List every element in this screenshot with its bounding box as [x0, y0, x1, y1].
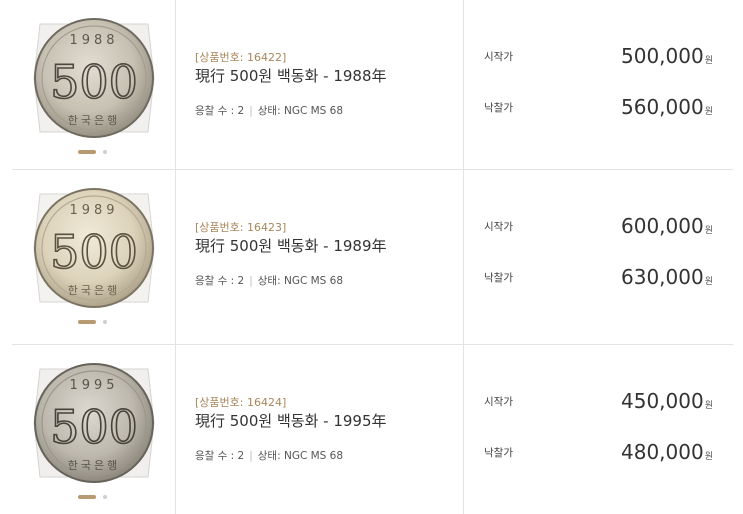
lot-info-cell: [상품번호: 16423] 現行 500원 백동화 - 1989年 응찰 수 :… [176, 170, 464, 344]
lot-meta: 응찰 수 : 2 | 상태: NGC MS 68 [195, 275, 344, 287]
currency-unit: 원 [704, 107, 713, 117]
final-price-label: 낙찰가 [484, 102, 513, 114]
start-price-value: 450,000 [621, 389, 704, 413]
final-price-label: 낙찰가 [484, 447, 513, 459]
pager-dot-active[interactable] [78, 150, 96, 154]
lot-price-cell: 시작가 500,000원 낙찰가 560,000원 [464, 0, 733, 169]
auction-lot-row[interactable]: 1995 500 한국은행 [상품번호: 16424] 現行 500원 백동화 … [12, 345, 733, 514]
lot-meta: 응찰 수 : 2 | 상태: NGC MS 68 [195, 105, 344, 117]
coin-year-text: 1995 [69, 378, 118, 393]
start-price: 500,000원 [621, 44, 713, 68]
lot-condition: 상태: NGC MS 68 [257, 105, 344, 117]
coin-issuer-text: 한국은행 [68, 459, 120, 472]
currency-unit: 원 [704, 226, 713, 236]
bid-count: 응찰 수 : 2 [195, 275, 245, 287]
bid-count: 응찰 수 : 2 [195, 450, 245, 462]
coin-denomination-text: 500 [50, 225, 138, 279]
lot-number: [상품번호: 16422] [195, 51, 287, 64]
lot-meta: 응찰 수 : 2 | 상태: NGC MS 68 [195, 450, 344, 462]
final-price: 560,000원 [621, 95, 713, 119]
auction-lot-row[interactable]: 1989 500 한국은행 [상품번호: 16423] 現行 500원 백동화 … [12, 170, 733, 345]
pager-dot-active[interactable] [78, 495, 96, 499]
start-price-value: 600,000 [621, 214, 704, 238]
lot-title[interactable]: 現行 500원 백동화 - 1995年 [195, 410, 387, 431]
start-price-label: 시작가 [484, 221, 513, 233]
start-price: 600,000원 [621, 214, 713, 238]
coin-denomination-text: 500 [50, 400, 138, 454]
coin-image[interactable]: 1989 500 한국은행 [30, 184, 158, 312]
lot-info-cell: [상품번호: 16422] 現行 500원 백동화 - 1988年 응찰 수 :… [176, 0, 464, 169]
lot-price-cell: 시작가 600,000원 낙찰가 630,000원 [464, 170, 733, 344]
lot-info-cell: [상품번호: 16424] 現行 500원 백동화 - 1995年 응찰 수 :… [176, 345, 464, 514]
lot-image-cell: 1995 500 한국은행 [12, 345, 176, 514]
coin-issuer-text: 한국은행 [68, 114, 120, 127]
lot-condition: 상태: NGC MS 68 [257, 450, 344, 462]
final-price: 480,000원 [621, 440, 713, 464]
currency-unit: 원 [704, 401, 713, 411]
pager-dot[interactable] [103, 495, 107, 499]
lot-title[interactable]: 現行 500원 백동화 - 1989年 [195, 235, 387, 256]
auction-lot-row[interactable]: 1988 500 한국은행 [상품번호: 16422] 現行 500원 백동화 … [12, 0, 733, 170]
final-price: 630,000원 [621, 265, 713, 289]
auction-results-list: 1988 500 한국은행 [상품번호: 16422] 現行 500원 백동화 … [0, 0, 743, 514]
coin-issuer-text: 한국은행 [68, 284, 120, 297]
start-price-label: 시작가 [484, 51, 513, 63]
start-price-label: 시작가 [484, 396, 513, 408]
lot-number: [상품번호: 16424] [195, 396, 287, 409]
currency-unit: 원 [704, 56, 713, 66]
lot-condition: 상태: NGC MS 68 [257, 275, 344, 287]
lot-image-cell: 1988 500 한국은행 [12, 0, 176, 169]
bid-count: 응찰 수 : 2 [195, 105, 245, 117]
coin-image[interactable]: 1995 500 한국은행 [30, 359, 158, 487]
lot-price-cell: 시작가 450,000원 낙찰가 480,000원 [464, 345, 733, 514]
currency-unit: 원 [704, 452, 713, 462]
lot-number: [상품번호: 16423] [195, 221, 287, 234]
final-price-label: 낙찰가 [484, 272, 513, 284]
pager-dot[interactable] [103, 320, 107, 324]
coin-year-text: 1988 [69, 33, 118, 48]
coin-image[interactable]: 1988 500 한국은행 [30, 14, 158, 142]
coin-denomination-text: 500 [50, 55, 138, 109]
lot-title[interactable]: 現行 500원 백동화 - 1988年 [195, 65, 387, 86]
final-price-value: 630,000 [621, 265, 704, 289]
coin-year-text: 1989 [69, 203, 118, 218]
start-price: 450,000원 [621, 389, 713, 413]
pager-dot-active[interactable] [78, 320, 96, 324]
final-price-value: 480,000 [621, 440, 704, 464]
final-price-value: 560,000 [621, 95, 704, 119]
lot-image-cell: 1989 500 한국은행 [12, 170, 176, 344]
start-price-value: 500,000 [621, 44, 704, 68]
currency-unit: 원 [704, 277, 713, 287]
pager-dot[interactable] [103, 150, 107, 154]
